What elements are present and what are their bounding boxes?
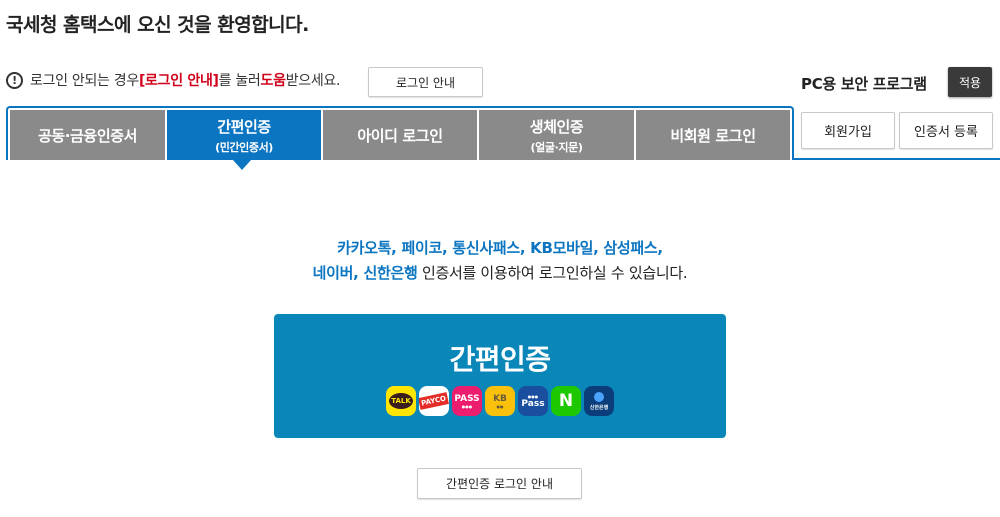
pass-icon-text: PASS xyxy=(454,393,480,404)
join-button[interactable]: 회원가입 xyxy=(801,112,895,149)
tab-biometric[interactable]: 생체인증 (얼굴·지문) xyxy=(479,110,634,160)
kakao-icon: TALK xyxy=(386,386,416,416)
samsung-pass-icon-text: Pass xyxy=(521,398,545,409)
notice-middle: 를 눌러 xyxy=(218,73,261,89)
tab-label: 생체인증 xyxy=(529,117,584,136)
notice-highlight-help: 도움 xyxy=(260,73,286,89)
kakao-icon-text: TALK xyxy=(389,393,413,409)
tab-label: 공동·금융인증서 xyxy=(37,126,138,145)
promo-providers-2: 네이버, 신한은행 xyxy=(312,264,418,282)
naver-icon-text: N xyxy=(558,391,574,411)
kb-icon: KB ●● xyxy=(485,386,515,416)
notice-highlight-guide: [로그인 안내] xyxy=(138,73,219,89)
promo-providers-1: 카카오톡, 페이코, 통신사패스, KB모바일, 삼성패스, xyxy=(337,239,663,257)
shinhan-icon-text: 신한은행 xyxy=(589,404,609,411)
promo-description: 인증서를 이용하여 로그인하실 수 있습니다. xyxy=(417,264,688,282)
active-tab-arrow xyxy=(233,160,251,170)
notice-suffix: 받으세요. xyxy=(285,73,341,89)
tab-label: 간편인증 xyxy=(217,117,271,136)
welcome-title: 국세청 홈택스에 오신 것을 환영합니다. xyxy=(6,14,309,36)
security-program-label: PC용 보안 프로그램 xyxy=(801,75,927,93)
pass-icon: PASS ●●● xyxy=(452,386,482,416)
shinhan-icon: 신한은행 xyxy=(584,386,614,416)
tab-id-login[interactable]: 아이디 로그인 xyxy=(323,110,477,160)
register-certificate-button[interactable]: 인증서 등록 xyxy=(899,112,993,149)
promo-line-1: 카카오톡, 페이코, 통신사패스, KB모바일, 삼성패스, xyxy=(0,237,1000,258)
tab-sublabel: (민간인증서) xyxy=(215,140,273,154)
login-help-notice: ! 로그인 안되는 경우 [로그인 안내] 를 눌러 도움 받으세요. xyxy=(6,70,340,90)
notice-prefix: 로그인 안되는 경우 xyxy=(30,73,139,89)
tab-joint-certificate[interactable]: 공동·금융인증서 xyxy=(10,110,165,160)
security-apply-button[interactable]: 적용 xyxy=(948,67,992,97)
payco-icon: PAYCO xyxy=(419,386,449,416)
kb-icon-text: KB xyxy=(493,393,507,404)
tab-easy-auth[interactable]: 간편인증 (민간인증서) xyxy=(167,110,321,160)
login-guide-button[interactable]: 로그인 안내 xyxy=(368,67,483,97)
provider-icons: TALK PAYCO PASS ●●● KB ●● ●●● Pass N 신한은행 xyxy=(386,386,614,416)
payco-icon-text: PAYCO xyxy=(419,392,449,410)
samsung-pass-icon: ●●● Pass xyxy=(518,386,548,416)
tab-guest-login[interactable]: 비회원 로그인 xyxy=(636,110,790,160)
tab-label: 아이디 로그인 xyxy=(357,126,443,145)
easy-auth-guide-button[interactable]: 간편인증 로그인 안내 xyxy=(417,468,582,499)
tab-sublabel: (얼굴·지문) xyxy=(530,140,583,154)
promo-line-2: 네이버, 신한은행 인증서를 이용하여 로그인하실 수 있습니다. xyxy=(0,262,1000,283)
naver-icon: N xyxy=(551,386,581,416)
tab-divider-line xyxy=(792,158,1000,160)
info-icon: ! xyxy=(6,71,23,89)
easy-auth-login-button[interactable]: 간편인증 TALK PAYCO PASS ●●● KB ●● ●●● Pass N 신… xyxy=(274,314,726,438)
easy-auth-title: 간편인증 xyxy=(449,343,551,376)
tab-label: 비회원 로그인 xyxy=(670,126,756,145)
